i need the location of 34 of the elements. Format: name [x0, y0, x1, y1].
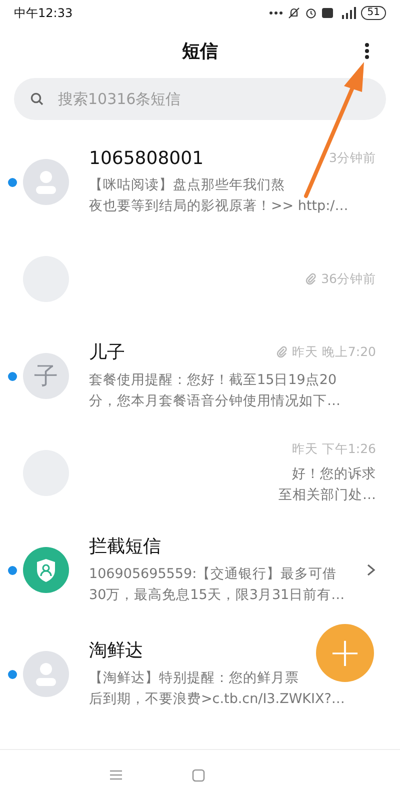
more-menu-icon[interactable]: [364, 42, 370, 60]
status-time: 中午12:33: [14, 4, 73, 22]
message-preview-line: 后到期，不要浪费>c.tb.cn/I3.ZWKIX?…: [89, 690, 345, 709]
shield-avatar-icon: [23, 547, 69, 593]
avatar-icon: [23, 651, 69, 697]
message-time: 昨天 下午1:26: [292, 440, 376, 458]
mute-bell-icon: [288, 7, 300, 19]
contact-name: 拦截短信: [89, 535, 161, 558]
message-preview-line: 30万，最高免息15天，限3月31日前有…: [89, 586, 345, 605]
avatar-letter: 子: [23, 353, 69, 399]
screen-title: 短信: [182, 40, 218, 63]
message-preview-line: 106905695559:【交通银行】最多可借: [89, 565, 337, 584]
message-time: 昨天 晚上7:20: [292, 344, 376, 360]
message-preview-line: 套餐使用提醒：您好！截至15日19点20: [89, 371, 337, 390]
contact-name: 淘鲜达: [89, 639, 143, 662]
compose-button[interactable]: +: [316, 624, 374, 682]
message-preview-line: 至相关部门处…: [278, 486, 376, 504]
alarm-icon: [305, 7, 318, 19]
menu-icon[interactable]: [110, 769, 122, 781]
battery-level: 51: [361, 6, 386, 20]
contact-name: 1065808001: [89, 148, 204, 168]
message-time: 36分钟前: [321, 270, 376, 288]
message-preview-line: 【咪咕阅读】盘点那些年我们熬: [89, 176, 285, 194]
message-preview-line: 分，您本月套餐语音分钟使用情况如下…: [89, 392, 340, 411]
message-preview-line: 好！您的诉求: [292, 464, 376, 484]
search-icon: [30, 92, 44, 106]
contact-name: 儿子: [89, 341, 125, 364]
message-time: 3分钟前: [329, 150, 376, 166]
message-preview-line: 【淘鲜达】特别提醒：您的鲜月票: [89, 669, 299, 688]
home-icon[interactable]: [192, 768, 205, 782]
avatar-icon: [23, 159, 69, 205]
message-preview-line: 夜也要等到结局的影视原著！>> http:/…: [89, 196, 348, 216]
more-notifications-icon: [269, 11, 284, 15]
search-field[interactable]: 搜索10316条短信: [14, 78, 386, 120]
